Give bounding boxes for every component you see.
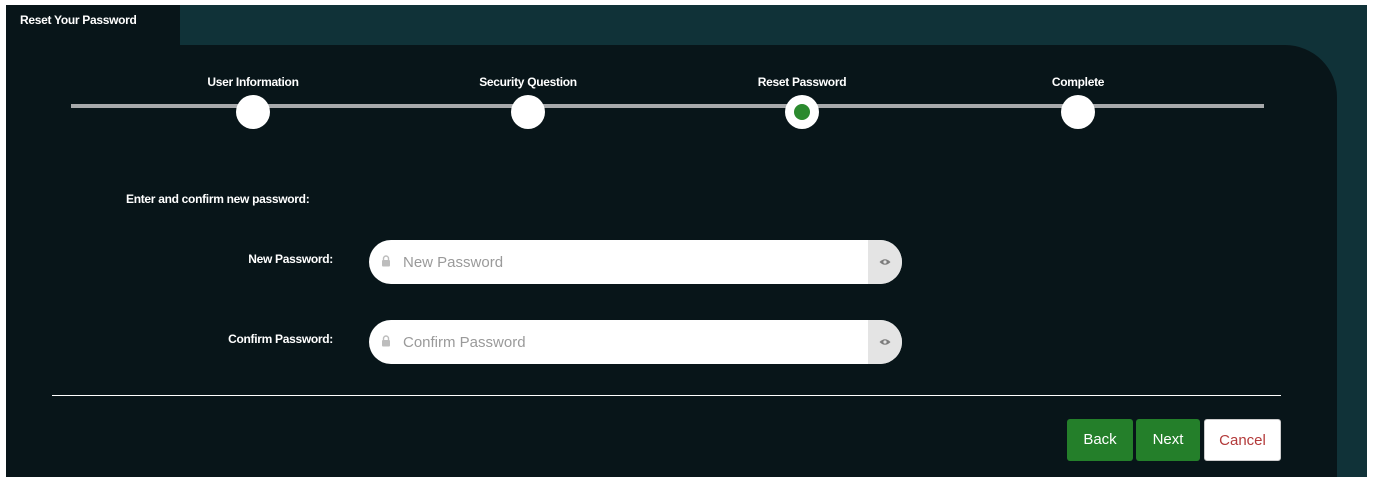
- confirm-password-label: Confirm Password:: [228, 332, 333, 346]
- step-dot: [236, 95, 270, 129]
- step-label: Complete: [1051, 75, 1105, 89]
- back-button[interactable]: Back: [1067, 419, 1133, 461]
- new-password-field-group: [369, 240, 902, 284]
- wizard-panel: User Information Security Question Reset…: [6, 45, 1337, 477]
- form-divider: [52, 395, 1281, 396]
- eye-icon: [879, 339, 891, 345]
- toggle-new-password-visibility[interactable]: [868, 240, 902, 284]
- step-label: Reset Password: [757, 75, 847, 89]
- toggle-confirm-password-visibility[interactable]: [868, 320, 902, 364]
- form-instruction: Enter and confirm new password:: [126, 192, 310, 206]
- step-security-question: Security Question: [428, 75, 628, 129]
- step-label: User Information: [207, 75, 299, 89]
- cancel-button[interactable]: Cancel: [1204, 419, 1281, 461]
- reset-password-window: Reset Your Password User Information Sec…: [6, 5, 1367, 477]
- step-reset-password: Reset Password: [702, 75, 902, 129]
- progress-stepper: User Information Security Question Reset…: [71, 75, 1264, 135]
- tab-reset-your-password[interactable]: Reset Your Password: [6, 5, 180, 45]
- step-dot: [511, 95, 545, 129]
- lock-icon: [382, 335, 390, 347]
- step-complete: Complete: [978, 75, 1178, 129]
- step-dot-active: [785, 95, 819, 129]
- step-dot: [1061, 95, 1095, 129]
- next-button[interactable]: Next: [1136, 419, 1200, 461]
- new-password-input[interactable]: [403, 240, 863, 284]
- tab-label: Reset Your Password: [20, 13, 137, 27]
- confirm-password-field-group: [369, 320, 902, 364]
- confirm-password-input[interactable]: [403, 320, 863, 364]
- lock-icon: [382, 255, 390, 267]
- step-user-information: User Information: [153, 75, 353, 129]
- step-label: Security Question: [479, 75, 577, 89]
- new-password-label: New Password:: [248, 252, 333, 266]
- eye-icon: [879, 259, 891, 265]
